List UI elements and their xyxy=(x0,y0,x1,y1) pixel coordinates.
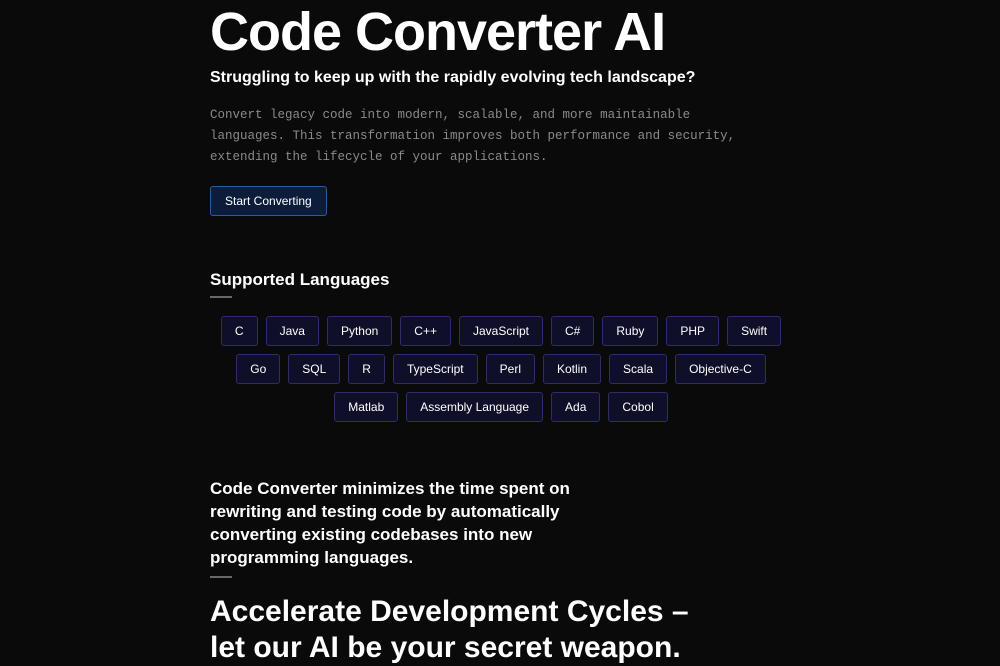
language-chip: JavaScript xyxy=(459,316,543,346)
language-chip: C# xyxy=(551,316,594,346)
languages-list: C Java Python C++ JavaScript C# Ruby PHP Swift Go… xyxy=(210,316,792,422)
language-chip: Ada xyxy=(551,392,600,422)
page-title: Code Converter AI xyxy=(210,0,790,61)
language-chip: SQL xyxy=(288,354,340,384)
language-chip: R xyxy=(348,354,385,384)
benefit-headline-line1: Accelerate Development Cycles – xyxy=(210,595,689,628)
language-chip: Go xyxy=(236,354,280,384)
language-chip: Ruby xyxy=(602,316,658,346)
language-chip: Assembly Language xyxy=(406,392,543,422)
language-chip: Objective-C xyxy=(675,354,766,384)
hero-subtitle: Struggling to keep up with the rapidly e… xyxy=(210,69,790,87)
language-chip: Cobol xyxy=(608,392,667,422)
language-chip: TypeScript xyxy=(393,354,478,384)
language-chip: Scala xyxy=(609,354,667,384)
language-chip: C++ xyxy=(400,316,451,346)
language-chip: C xyxy=(221,316,258,346)
supported-languages-heading: Supported Languages xyxy=(210,270,790,298)
language-chip: Matlab xyxy=(334,392,398,422)
benefit-heading: Code Converter minimizes the time spent … xyxy=(210,478,640,578)
language-chip: Kotlin xyxy=(543,354,601,384)
benefit-headline: Accelerate Development Cycles – let our … xyxy=(210,594,790,666)
language-chip: Java xyxy=(266,316,319,346)
benefit-headline-line2: let our AI be your secret weapon. xyxy=(210,631,681,664)
hero-description: Convert legacy code into modern, scalabl… xyxy=(210,105,770,169)
language-chip: Python xyxy=(327,316,392,346)
language-chip: Swift xyxy=(727,316,781,346)
start-converting-button[interactable]: Start Converting xyxy=(210,186,327,216)
language-chip: PHP xyxy=(666,316,719,346)
language-chip: Perl xyxy=(486,354,535,384)
